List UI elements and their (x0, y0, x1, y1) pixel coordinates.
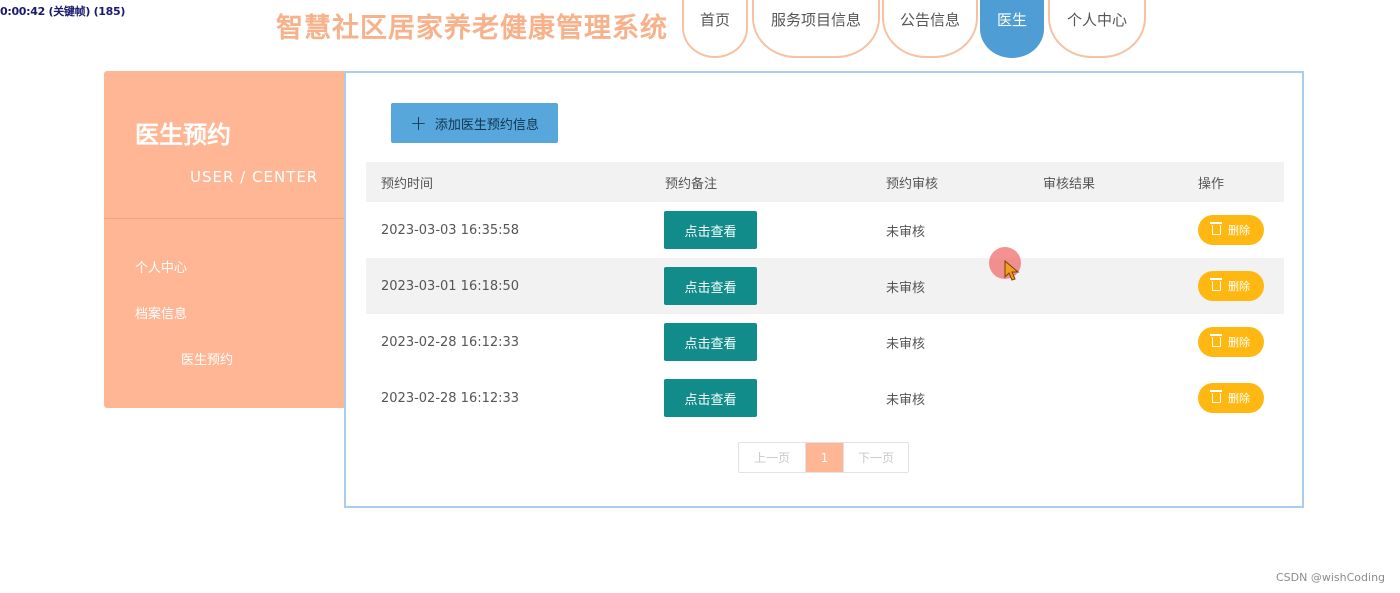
next-page-button[interactable]: 下一页 (843, 443, 908, 472)
column-header-result: 审核结果 (1043, 176, 1096, 192)
delete-button[interactable]: 删除 (1198, 327, 1264, 357)
nav-item-announcements[interactable]: 公告信息 (882, 0, 978, 58)
sidebar: 医生预约 USER / CENTER 个人中心 档案信息 医生预约 (104, 71, 346, 408)
table-header: 预约时间 预约备注 预约审核 审核结果 操作 (366, 162, 1284, 202)
table-row: 2023-02-28 16:12:33 点击查看 未审核 删除 (366, 370, 1284, 426)
nav-item-label: 首页 (699, 10, 730, 29)
page: 0:00:42 (关键帧) (185) 智慧社区居家养老健康管理系统 首页 服务… (0, 0, 1400, 593)
delete-button[interactable]: 删除 (1198, 215, 1264, 245)
nav-item-personal-center[interactable]: 个人中心 (1048, 0, 1146, 58)
nav-item-home[interactable]: 首页 (682, 0, 748, 58)
nav-item-label: 公告信息 (899, 10, 960, 29)
site-title: 智慧社区居家养老健康管理系统 (276, 13, 668, 44)
review-status: 未审核 (886, 392, 926, 408)
nav-item-label: 医生 (996, 10, 1027, 29)
sidebar-subtitle: USER / CENTER (190, 168, 319, 186)
sidebar-item-doctor-appointment[interactable]: 医生预约 (181, 349, 233, 368)
delete-button-label: 删除 (1228, 224, 1250, 237)
add-appointment-button-label: 添加医生预约信息 (434, 117, 539, 133)
appointment-time: 2023-03-03 16:35:58 (381, 222, 520, 238)
prev-page-button[interactable]: 上一页 (739, 443, 806, 472)
nav-item-service-projects[interactable]: 服务项目信息 (752, 0, 880, 58)
nav-item-label: 个人中心 (1066, 10, 1127, 29)
delete-button-label: 删除 (1228, 336, 1250, 349)
table-row: 2023-03-03 16:35:58 点击查看 未审核 删除 (366, 202, 1284, 258)
view-note-button[interactable]: 点击查看 (664, 379, 757, 417)
column-header-review: 预约审核 (886, 176, 939, 192)
nav-item-doctor[interactable]: 医生 (980, 0, 1044, 58)
view-note-button[interactable]: 点击查看 (664, 267, 757, 305)
review-status: 未审核 (886, 280, 926, 296)
table-row: 2023-03-01 16:18:50 点击查看 未审核 删除 (366, 258, 1284, 314)
sidebar-item-archive-info[interactable]: 档案信息 (135, 303, 187, 322)
video-timestamp-overlay: 0:00:42 (关键帧) (185) (0, 5, 126, 18)
main-panel: + 添加医生预约信息 预约时间 预约备注 预约审核 审核结果 操作 2023-0… (344, 71, 1304, 508)
delete-button[interactable]: 删除 (1198, 271, 1264, 301)
current-page-button[interactable]: 1 (806, 443, 843, 472)
review-status: 未审核 (886, 336, 926, 352)
column-header-note: 预约备注 (665, 176, 718, 192)
sidebar-title: 医生预约 (135, 121, 231, 149)
pagination: 上一页 1 下一页 (738, 442, 909, 473)
trash-icon (1210, 334, 1222, 347)
sidebar-item-personal-center[interactable]: 个人中心 (135, 257, 187, 276)
view-note-button[interactable]: 点击查看 (664, 323, 757, 361)
column-header-time: 预约时间 (381, 176, 434, 192)
trash-icon (1210, 222, 1222, 235)
appointment-table: 预约时间 预约备注 预约审核 审核结果 操作 2023-03-03 16:35:… (366, 162, 1284, 426)
trash-icon (1210, 278, 1222, 291)
appointment-time: 2023-02-28 16:12:33 (381, 334, 520, 350)
appointment-time: 2023-02-28 16:12:33 (381, 390, 520, 406)
delete-button-label: 删除 (1228, 280, 1250, 293)
plus-icon: + (410, 111, 427, 135)
view-note-button[interactable]: 点击查看 (664, 211, 757, 249)
mouse-cursor-icon (1004, 260, 1020, 281)
trash-icon (1210, 390, 1222, 403)
delete-button[interactable]: 删除 (1198, 383, 1264, 413)
sidebar-divider (104, 218, 346, 219)
add-appointment-button[interactable]: + 添加医生预约信息 (391, 103, 558, 143)
appointment-time: 2023-03-01 16:18:50 (381, 278, 520, 294)
nav-item-label: 服务项目信息 (770, 10, 861, 29)
delete-button-label: 删除 (1228, 392, 1250, 405)
watermark: CSDN @wishCoding (1276, 571, 1386, 584)
column-header-actions: 操作 (1198, 176, 1225, 192)
review-status: 未审核 (886, 224, 926, 240)
table-row: 2023-02-28 16:12:33 点击查看 未审核 删除 (366, 314, 1284, 370)
